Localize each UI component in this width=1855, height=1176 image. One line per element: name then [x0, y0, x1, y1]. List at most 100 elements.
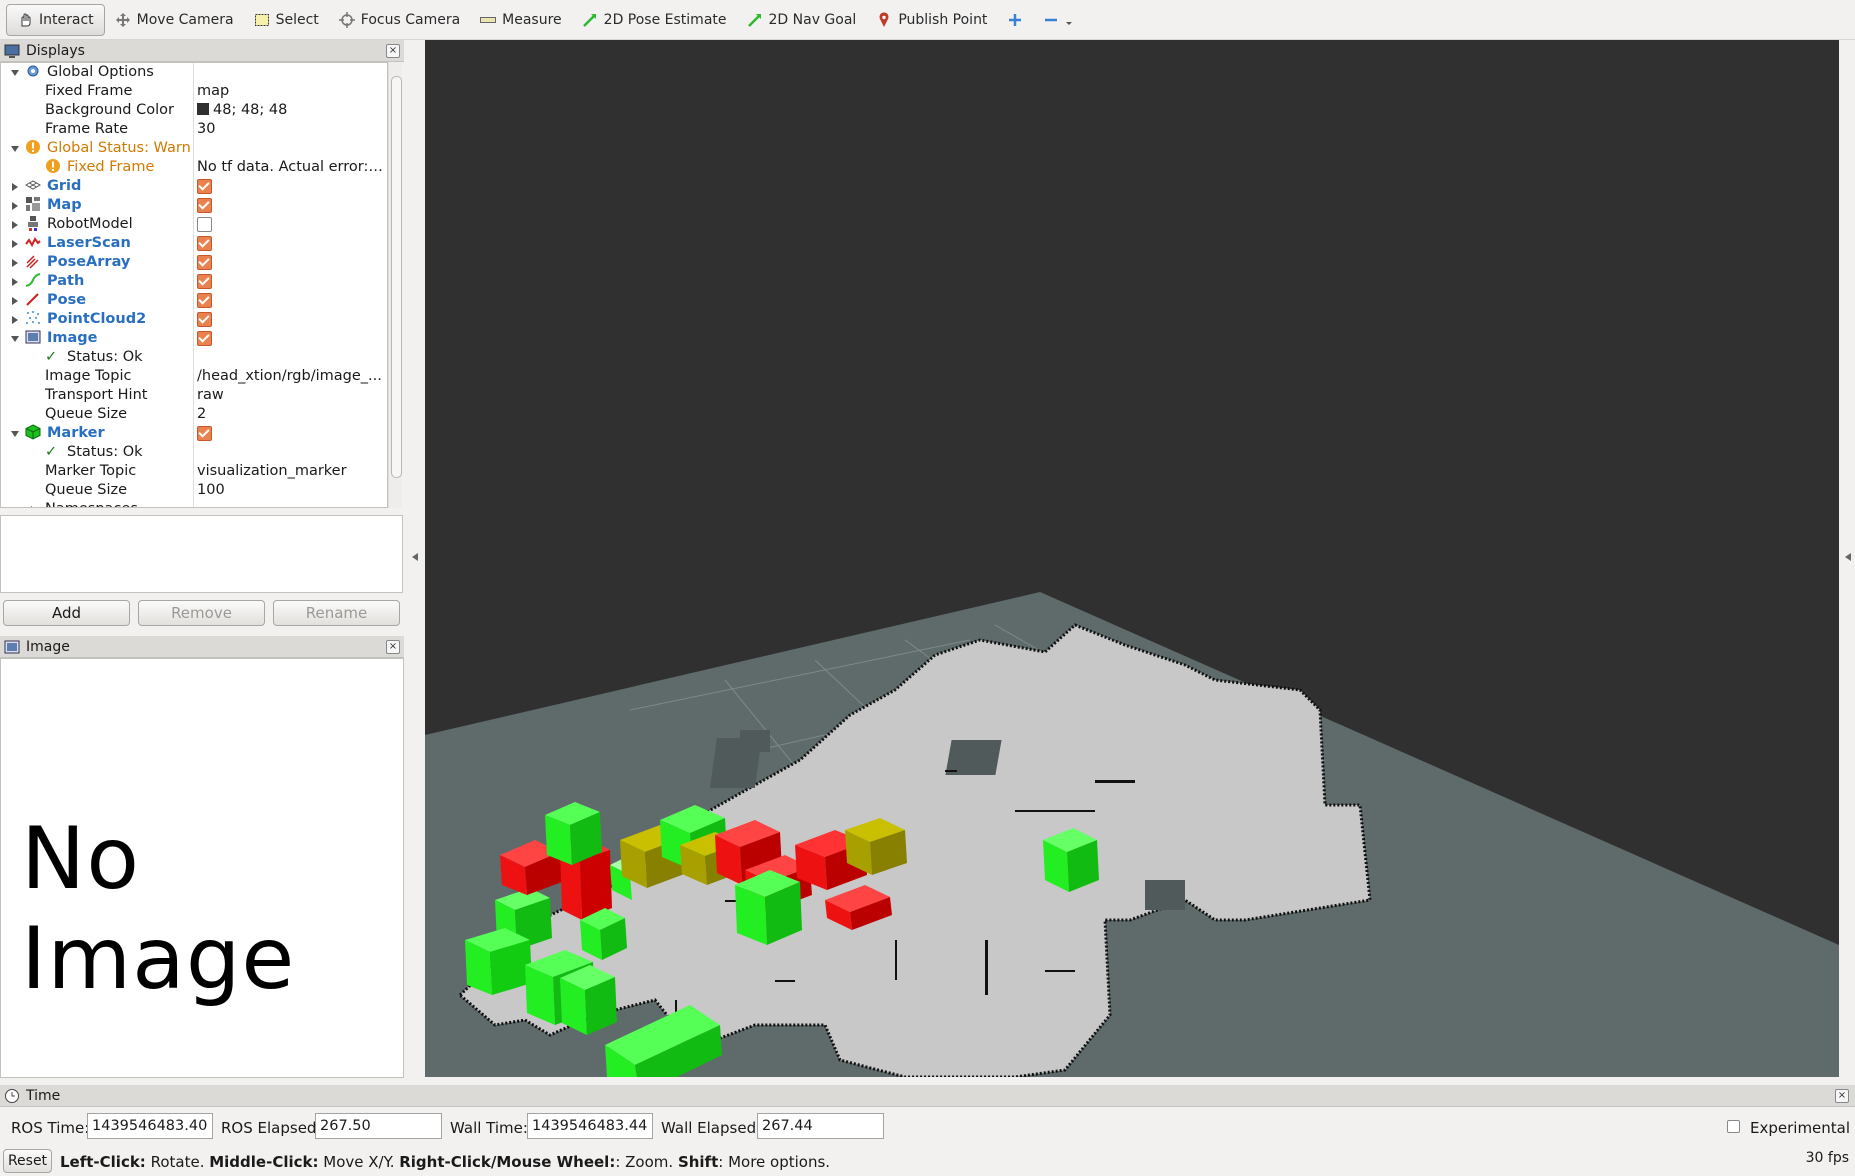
expand-arrow-icon[interactable]: [11, 146, 19, 152]
tree-row-posearray[interactable]: PoseArray: [1, 253, 387, 272]
path-icon: [25, 272, 41, 288]
path-checkbox[interactable]: [197, 274, 212, 289]
left-click-hint: Left-Click:: [60, 1153, 146, 1171]
color-swatch[interactable]: [197, 103, 209, 115]
expand-arrow-icon[interactable]: [12, 240, 18, 248]
grid-label: Grid: [47, 178, 82, 194]
grid-icon: [24, 177, 42, 193]
tree-row-marker-topic[interactable]: Marker Topic visualization_marker: [1, 462, 387, 481]
move-camera-icon: [115, 12, 131, 28]
expand-arrow-icon[interactable]: [12, 183, 18, 191]
minus-icon: [1043, 12, 1059, 28]
marker-cube: [560, 965, 617, 1035]
tree-row-frame-rate[interactable]: Frame Rate 30: [1, 120, 387, 139]
close-icon[interactable]: ×: [1835, 1089, 1849, 1103]
interact-tool-button[interactable]: Interact: [6, 3, 105, 36]
time-panel-title: Time: [26, 1087, 61, 1104]
image-checkbox[interactable]: [197, 331, 212, 346]
tree-row-background-color[interactable]: Background Color 48; 48; 48: [1, 101, 387, 120]
image-queue-size-label: Queue Size: [45, 406, 128, 422]
tree-row-global-status[interactable]: Global Status: Warn: [1, 139, 387, 158]
close-icon[interactable]: ×: [386, 640, 400, 654]
2d-nav-goal-tool-button[interactable]: 2D Nav Goal: [737, 4, 867, 36]
marker-topic-value[interactable]: visualization_marker: [197, 462, 383, 481]
marker-queue-size-value[interactable]: 100: [197, 481, 383, 500]
tree-row-grid[interactable]: Grid: [1, 177, 387, 196]
tree-row-path[interactable]: Path: [1, 272, 387, 291]
laserscan-checkbox[interactable]: [197, 236, 212, 251]
marker-checkbox[interactable]: [197, 426, 212, 441]
tree-row-map[interactable]: Map: [1, 196, 387, 215]
wall-elapsed-field[interactable]: 267.44: [757, 1113, 884, 1139]
tree-row-global-options[interactable]: Global Options: [1, 63, 387, 82]
expand-arrow-icon[interactable]: [12, 316, 18, 324]
robotmodel-checkbox[interactable]: [197, 217, 212, 232]
measure-tool-button[interactable]: Measure: [470, 4, 572, 36]
2d-pose-estimate-tool-button[interactable]: 2D Pose Estimate: [572, 4, 737, 36]
expand-arrow-icon[interactable]: [12, 297, 18, 305]
move-camera-tool-button[interactable]: Move Camera: [105, 4, 244, 36]
expand-arrow-icon[interactable]: [12, 278, 18, 286]
remove-tool-button[interactable]: [1033, 4, 1083, 36]
tree-row-image-status[interactable]: ✓ Status: Ok: [1, 348, 387, 367]
tree-row-laserscan[interactable]: LaserScan: [1, 234, 387, 253]
rename-button[interactable]: Rename: [273, 600, 400, 626]
tree-row-transport-hint[interactable]: Transport Hint raw: [1, 386, 387, 405]
splitter-left-arrow[interactable]: [412, 553, 418, 561]
close-icon[interactable]: ×: [386, 44, 400, 58]
focus-camera-label: Focus Camera: [360, 11, 461, 28]
experimental-checkbox[interactable]: [1727, 1120, 1740, 1133]
pointcloud2-checkbox[interactable]: [197, 312, 212, 327]
tree-row-fixed-frame[interactable]: Fixed Frame map: [1, 82, 387, 101]
splitter-right-arrow[interactable]: [1845, 553, 1851, 561]
posearray-checkbox[interactable]: [197, 255, 212, 270]
add-button[interactable]: Add: [3, 600, 130, 626]
pose-checkbox[interactable]: [197, 293, 212, 308]
map-icon: [25, 196, 41, 212]
ros-time-field[interactable]: 1439546483.40: [87, 1113, 213, 1139]
background-color-value[interactable]: 48; 48; 48: [213, 102, 287, 118]
expand-arrow-icon[interactable]: [12, 259, 18, 267]
tree-row-marker-queue-size[interactable]: Queue Size 100: [1, 481, 387, 500]
expand-arrow-icon[interactable]: [11, 336, 19, 342]
frame-rate-value[interactable]: 30: [197, 120, 383, 139]
expand-arrow-icon[interactable]: [31, 506, 37, 507]
3d-scene[interactable]: [425, 40, 1839, 1077]
expand-arrow-icon[interactable]: [11, 70, 19, 76]
tree-row-image-queue-size[interactable]: Queue Size 2: [1, 405, 387, 424]
3d-render-view[interactable]: [425, 40, 1839, 1077]
tree-row-robotmodel[interactable]: RobotModel: [1, 215, 387, 234]
focus-camera-icon: [338, 11, 355, 28]
tree-row-pointcloud2[interactable]: PointCloud2: [1, 310, 387, 329]
select-tool-button[interactable]: Select: [244, 4, 329, 36]
green-arrow-icon: [582, 12, 598, 28]
expand-arrow-icon[interactable]: [12, 221, 18, 229]
tree-row-namespaces[interactable]: Namespaces: [1, 500, 387, 507]
remove-button[interactable]: Remove: [138, 600, 265, 626]
image-topic-value[interactable]: /head_xtion/rgb/image_...: [197, 367, 383, 386]
tree-row-image[interactable]: Image: [1, 329, 387, 348]
publish-point-tool-button[interactable]: Publish Point: [866, 4, 997, 36]
expand-arrow-icon[interactable]: [11, 431, 19, 437]
reset-button[interactable]: Reset: [3, 1149, 52, 1173]
tree-row-marker-status[interactable]: ✓ Status: Ok: [1, 443, 387, 462]
tree-row-status-fixed-frame[interactable]: Fixed Frame No tf data. Actual error: F.…: [1, 158, 387, 177]
focus-camera-tool-button[interactable]: Focus Camera: [329, 4, 470, 36]
map-checkbox[interactable]: [197, 198, 212, 213]
add-tool-button[interactable]: [997, 4, 1033, 36]
grid-checkbox[interactable]: [197, 179, 212, 194]
scrollbar-thumb[interactable]: [391, 76, 402, 478]
ros-elapsed-field[interactable]: 267.50: [315, 1113, 442, 1139]
transport-hint-value[interactable]: raw: [197, 386, 383, 405]
expand-arrow-icon[interactable]: [12, 202, 18, 210]
tree-row-pose[interactable]: Pose: [1, 291, 387, 310]
tree-row-image-topic[interactable]: Image Topic /head_xtion/rgb/image_...: [1, 367, 387, 386]
check-icon: ✓: [45, 444, 58, 460]
image-display-label: Image: [47, 330, 98, 346]
select-label: Select: [275, 11, 319, 28]
fixed-frame-value[interactable]: map: [197, 82, 383, 101]
image-queue-size-value[interactable]: 2: [197, 405, 383, 424]
wall-time-field[interactable]: 1439546483.44: [527, 1113, 653, 1139]
tree-row-marker[interactable]: Marker: [1, 424, 387, 443]
displays-scrollbar[interactable]: [388, 62, 402, 508]
